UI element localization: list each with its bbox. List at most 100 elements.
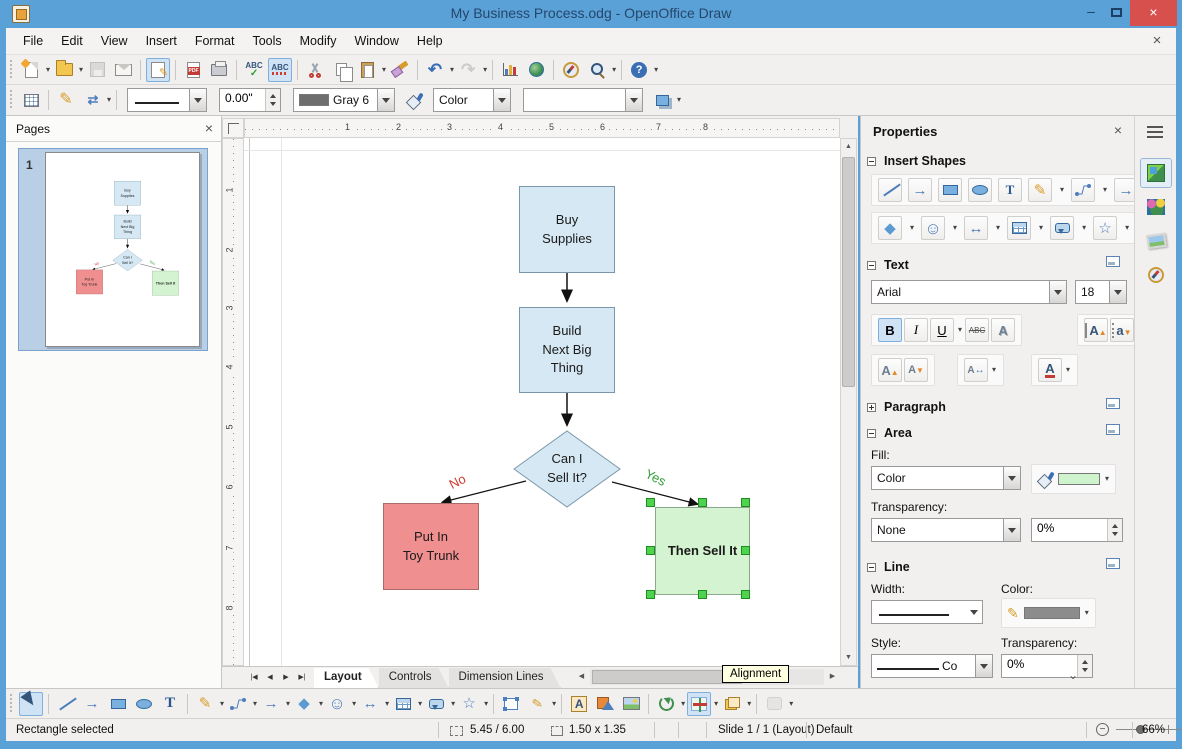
pages-close-button[interactable]: × [205,120,213,136]
fill-type-select[interactable]: Color [433,88,511,112]
redo-button[interactable]: ↷ [456,58,480,82]
menu-format[interactable]: Format [186,30,244,52]
callout-shapes-button[interactable] [424,692,448,716]
horizontal-scrollbar[interactable]: ◀ ▶ [574,668,840,686]
tab-layout[interactable]: Layout [314,668,379,688]
email-button[interactable] [111,58,135,82]
expand-icon[interactable] [867,403,876,412]
cursor-position[interactable]: 5.45 / 6.00 [470,724,524,736]
hyperlink-button[interactable] [524,58,548,82]
navigator-button[interactable] [559,58,583,82]
selection-handle[interactable] [646,546,655,555]
star-shapes-button[interactable]: ☆ [1093,216,1117,240]
zoom-out-button[interactable]: − [1096,723,1109,736]
scroll-down-button[interactable]: ▼ [841,650,856,665]
open-dropdown[interactable]: ▾ [79,58,83,82]
shape-then-sell-it-selected[interactable]: Then Sell It [655,507,750,595]
sidebar-tab-styles[interactable] [1140,226,1172,256]
line-tool-button[interactable] [54,692,78,716]
scroll-up-button[interactable]: ▲ [841,139,856,154]
increase-spacing-button[interactable]: A▲ [1084,318,1108,342]
maximize-button[interactable] [1104,0,1130,26]
shadow-text-button[interactable]: A [991,318,1015,342]
cut-button[interactable] [303,58,327,82]
insert-arrow-button[interactable]: → [908,178,932,202]
text-tool-button[interactable]: T [158,692,182,716]
slide-indicator[interactable]: Slide 1 / 1 (Layout) [718,724,815,736]
selection-handle[interactable] [698,590,707,599]
insert-shapes-header[interactable]: Insert Shapes [867,154,966,168]
last-tab-button[interactable]: ▶| [294,670,310,686]
shape-put-in-toy-trunk[interactable]: Put In Toy Trunk [383,503,479,590]
line-width-stepper[interactable]: 0.00" [219,88,281,112]
from-file-button[interactable] [593,692,617,716]
transparency-stepper[interactable]: 0% [1031,518,1123,542]
new-document-dropdown[interactable]: ▾ [46,58,50,82]
connector-tool-button[interactable] [226,692,250,716]
rectangle-tool-button[interactable] [106,692,130,716]
format-paintbrush-button[interactable] [388,58,412,82]
sidebar-tab-navigator[interactable] [1140,260,1172,290]
tab-dimension-lines[interactable]: Dimension Lines [449,668,561,688]
text-section-header[interactable]: Text [867,258,909,272]
insert-connector-button[interactable] [1071,178,1095,202]
line-color-picker[interactable]: ✎ ▾ [1001,598,1096,628]
menu-modify[interactable]: Modify [291,30,346,52]
horizontal-scroll-thumb[interactable] [592,670,742,684]
line-transparency-stepper[interactable]: 0% [1001,654,1093,678]
auto-spellcheck-button[interactable]: ABC [268,58,292,82]
line-style-select[interactable] [127,88,207,112]
menu-help[interactable]: Help [408,30,452,52]
minimize-button[interactable]: – [1078,0,1104,26]
menu-tools[interactable]: Tools [243,30,290,52]
glue-points-button[interactable]: ✎ [525,692,549,716]
toolbar-overflow[interactable]: ▾ [654,58,658,82]
zoom-slider[interactable]: − + [1096,723,1182,737]
fill-color-select[interactable] [523,88,643,112]
toolbar-grip[interactable] [8,694,15,714]
insert-text-button[interactable]: T [998,178,1022,202]
gallery-button[interactable] [619,692,643,716]
edit-points-button[interactable]: ✎ [54,88,78,112]
tab-controls[interactable]: Controls [379,668,449,688]
insert-chart-button[interactable] [498,58,522,82]
sidebar-tab-gallery[interactable] [1140,192,1172,222]
page-thumbnail[interactable]: Buy Supplies Build Next Big Thing Can I … [45,152,200,347]
vertical-scrollbar[interactable]: ▲ ▼ [840,138,857,666]
line-style-select[interactable]: Co [871,654,993,678]
close-window-button[interactable]: × [1130,0,1177,26]
scroll-left-button[interactable]: ◀ [574,669,589,685]
template-name[interactable]: Default [816,724,852,736]
menu-window[interactable]: Window [345,30,407,52]
line-width-select[interactable] [871,600,983,624]
symbol-shapes-button[interactable]: ☺ [921,216,945,240]
paste-dropdown[interactable]: ▾ [382,58,386,82]
symbol-shapes-button[interactable]: ☺ [325,692,349,716]
toolbar-overflow[interactable]: ▾ [677,88,681,112]
insert-ellipse-button[interactable] [968,178,992,202]
flowchart-shapes-button[interactable] [1007,216,1031,240]
block-arrows-button[interactable]: ↔ [358,692,382,716]
selection-handle[interactable] [741,546,750,555]
menu-file[interactable]: File [14,30,52,52]
decrease-spacing-button[interactable]: a▼ [1110,318,1134,342]
lines-arrows-button[interactable]: → [259,692,283,716]
sidebar-tab-properties[interactable] [1140,158,1172,188]
menu-view[interactable]: View [92,30,137,52]
fill-color-picker[interactable]: ▾ [1031,464,1116,494]
underline-button[interactable]: U [930,318,954,342]
first-tab-button[interactable]: |◀ [246,670,262,686]
export-pdf-button[interactable]: PDF [181,58,205,82]
scroll-right-button[interactable]: ▶ [825,669,840,685]
shape-build-next-big-thing[interactable]: Build Next Big Thing [519,307,615,393]
collapse-icon[interactable] [867,157,876,166]
redo-dropdown[interactable]: ▾ [483,58,487,82]
arrow-style-dropdown[interactable]: ▾ [107,88,111,112]
strikethrough-button[interactable]: ABC [965,318,989,342]
snap-grid-button[interactable] [19,88,43,112]
line-color-select[interactable]: Gray 6 [293,88,395,112]
rotate-button[interactable] [654,692,678,716]
decrease-font-button[interactable]: A▼ [904,358,928,382]
paste-button[interactable] [355,58,379,82]
shadow-button[interactable] [650,88,674,112]
